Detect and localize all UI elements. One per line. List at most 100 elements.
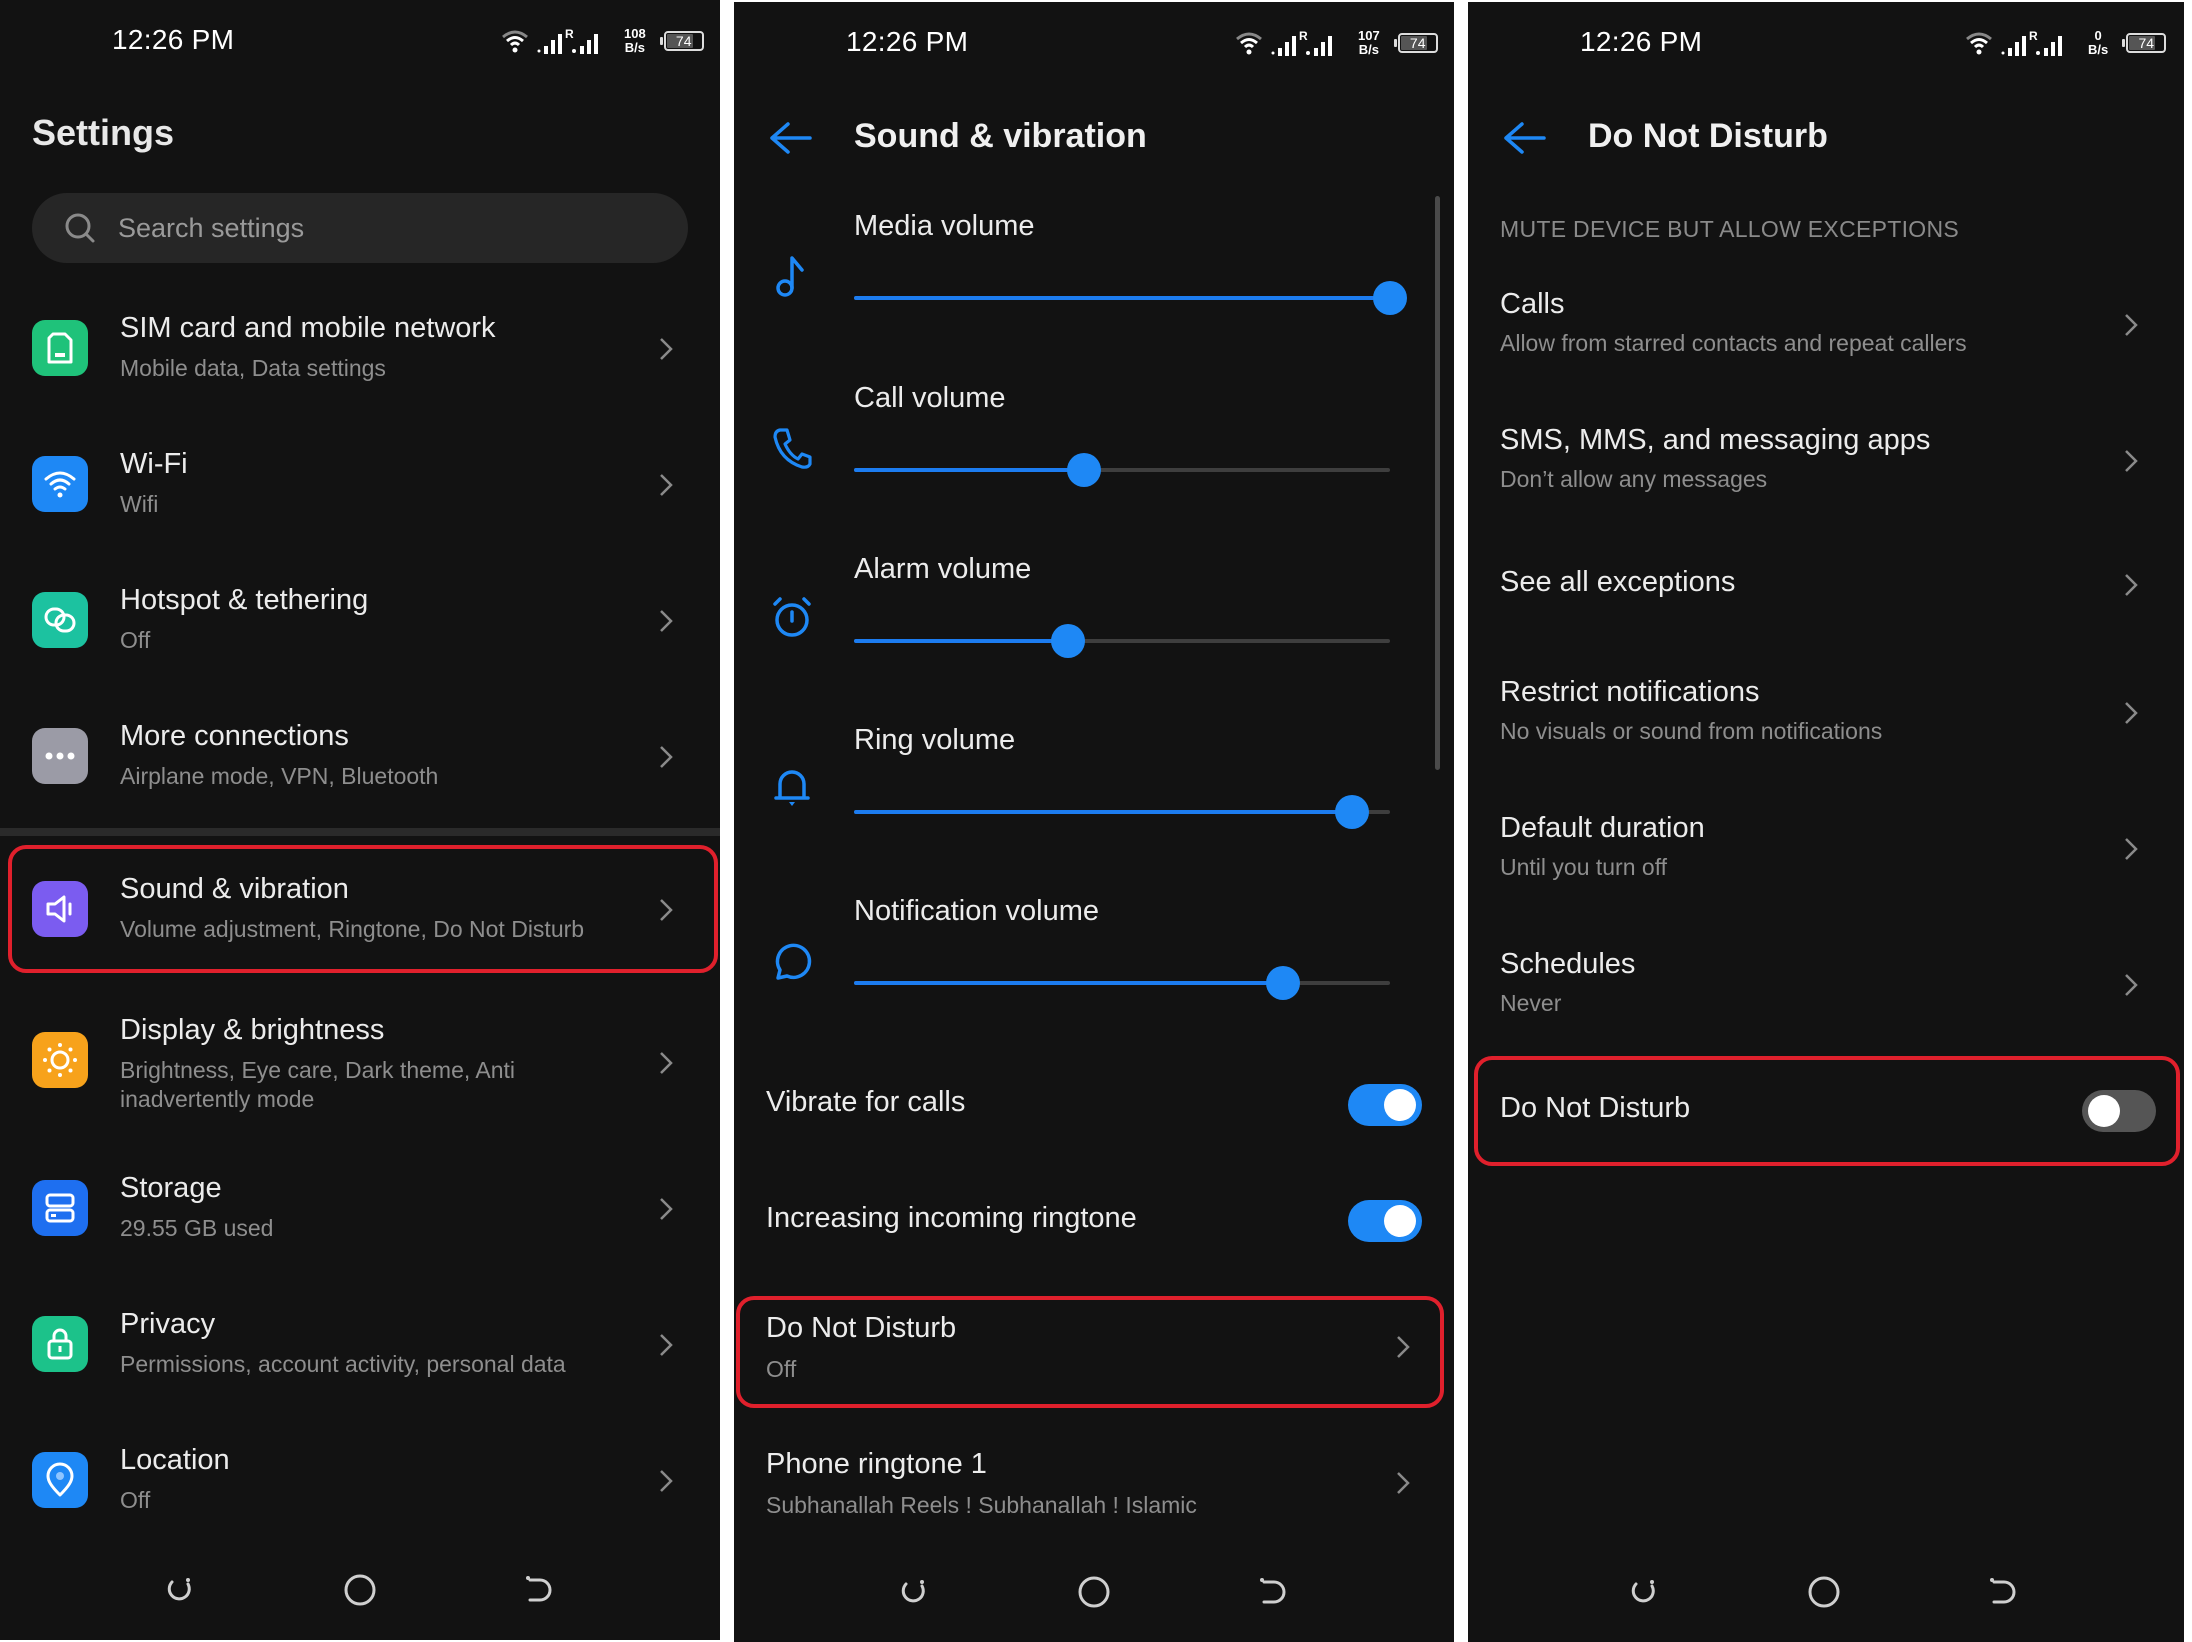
bell-icon (774, 770, 810, 806)
item-subtitle: Wifi (120, 491, 159, 517)
dnd-item-calls[interactable]: Calls Allow from starred contacts and re… (1468, 278, 2184, 374)
item-title: Display & brightness (120, 1014, 385, 1046)
speed-unit: B/s (1358, 42, 1379, 57)
home-button[interactable] (1070, 1568, 1118, 1616)
item-title: SIM card and mobile network (120, 312, 496, 344)
network-speed: 107 B/s (1358, 29, 1380, 57)
sound-vibration-screen: 12:26 PM R 107 B/s 74 Sound & vibration M… (734, 2, 1454, 1642)
slider-label: Media volume (854, 210, 1035, 242)
navigation-bar (734, 1568, 1454, 1620)
settings-item-sound-vibration[interactable]: Sound & vibration Volume adjustment, Rin… (0, 861, 720, 957)
media-volume-slider[interactable] (854, 281, 1407, 315)
location-pin-icon (32, 1452, 88, 1508)
chevron-right-icon (660, 1052, 673, 1074)
slider-thumb[interactable] (1373, 281, 1407, 315)
slider-thumb[interactable] (1051, 624, 1086, 658)
cell-signal-icon: R (2001, 29, 2062, 56)
item-title: Location (120, 1444, 230, 1476)
settings-item-privacy[interactable]: Privacy Permissions, account activity, p… (0, 1296, 720, 1392)
slider-label: Call volume (854, 382, 1006, 414)
item-subtitle: Volume adjustment, Ringtone, Do Not Dist… (120, 916, 585, 942)
ring-volume-slider[interactable] (854, 795, 1390, 829)
wifi-icon (32, 456, 88, 512)
wifi-signal-icon (1966, 32, 1992, 55)
phone-ringtone-item[interactable]: Phone ringtone 1 Subhanallah Reels ! Sub… (734, 1438, 1454, 1534)
increasing-ringtone-toggle[interactable] (1348, 1200, 1422, 1242)
dnd-item-restrict-notifications[interactable]: Restrict notifications No visuals or sou… (1468, 666, 2184, 762)
storage-icon (32, 1180, 88, 1236)
toggle-label: Do Not Disturb (1500, 1092, 1691, 1124)
dnd-item-messages[interactable]: SMS, MMS, and messaging apps Don’t allow… (1468, 414, 2184, 510)
home-button[interactable] (336, 1566, 384, 1614)
do-not-disturb-item[interactable]: Do Not Disturb Off (734, 1302, 1454, 1398)
home-button[interactable] (1800, 1568, 1848, 1616)
settings-item-display[interactable]: Display & brightness Brightness, Eye car… (0, 1004, 720, 1124)
slider-thumb[interactable] (1265, 966, 1300, 1000)
chat-bubble-icon (775, 943, 812, 980)
vibrate-for-calls-toggle[interactable] (1348, 1084, 1422, 1126)
settings-item-wifi[interactable]: Wi-Fi Wifi (0, 436, 720, 532)
item-title: Wi-Fi (120, 448, 188, 480)
chevron-right-icon (660, 899, 673, 921)
item-title: Privacy (120, 1308, 216, 1340)
speed-value: 0 (2094, 28, 2102, 43)
dnd-item-see-all-exceptions[interactable]: See all exceptions (1468, 542, 2184, 632)
chevron-right-icon (660, 610, 673, 632)
dnd-toggle-row[interactable]: Do Not Disturb (1468, 1064, 2184, 1156)
slider-thumb[interactable] (1335, 795, 1370, 829)
battery-icon: 74 (1393, 33, 1438, 53)
recents-button[interactable] (890, 1568, 938, 1616)
chevron-right-icon (660, 1198, 673, 1220)
more-dots-icon (32, 728, 88, 784)
back-button[interactable] (1980, 1568, 2028, 1616)
settings-item-more-connections[interactable]: More connections Airplane mode, VPN, Blu… (0, 708, 720, 804)
back-button[interactable] (1250, 1568, 1298, 1616)
item-subtitle: 29.55 GB used (120, 1215, 274, 1241)
scrollbar[interactable] (1435, 196, 1440, 770)
dnd-item-schedules[interactable]: Schedules Never (1468, 938, 2184, 1034)
back-button[interactable] (516, 1566, 564, 1614)
item-title: Calls (1500, 288, 1565, 320)
wifi-signal-icon (1236, 32, 1262, 55)
do-not-disturb-toggle[interactable] (2082, 1090, 2156, 1132)
chevron-right-icon (2125, 314, 2138, 336)
recents-button[interactable] (156, 1566, 204, 1614)
item-title: SMS, MMS, and messaging apps (1500, 424, 1931, 456)
status-time: 12:26 PM (846, 26, 969, 57)
item-subtitle: Airplane mode, VPN, Bluetooth (120, 763, 439, 789)
chevron-right-icon (660, 746, 673, 768)
settings-screen: 12:26 PM R 108 B/s 74 Settings Search set… (0, 0, 720, 1640)
item-subtitle: Until you turn off (1500, 854, 1668, 880)
settings-item-sim[interactable]: SIM card and mobile network Mobile data,… (0, 300, 720, 396)
page-title: Do Not Disturb (1588, 117, 1828, 155)
settings-item-location[interactable]: Location Off (0, 1432, 720, 1528)
item-subtitle: Off (120, 627, 151, 653)
settings-item-hotspot[interactable]: Hotspot & tethering Off (0, 572, 720, 668)
recents-button[interactable] (1620, 1568, 1668, 1616)
item-subtitle: Off (120, 1487, 151, 1513)
slider-label: Ring volume (854, 724, 1016, 756)
back-arrow-button[interactable] (766, 118, 814, 158)
alarm-volume-slider[interactable] (854, 624, 1390, 658)
battery-icon: 74 (659, 31, 704, 51)
chevron-right-icon (660, 1334, 673, 1356)
item-title: See all exceptions (1500, 566, 1736, 598)
lock-icon (32, 1316, 88, 1372)
notification-volume-slider[interactable] (854, 966, 1390, 1000)
battery-level: 74 (1409, 35, 1426, 51)
item-subtitle: Off (766, 1356, 797, 1382)
dnd-item-default-duration[interactable]: Default duration Until you turn off (1468, 802, 2184, 898)
chevron-right-icon (2125, 838, 2138, 860)
item-title: Schedules (1500, 948, 1636, 980)
search-input[interactable]: Search settings (32, 193, 688, 263)
item-title: Hotspot & tethering (120, 584, 369, 616)
alarm-clock-icon (773, 597, 811, 637)
search-placeholder: Search settings (118, 212, 305, 243)
slider-thumb[interactable] (1067, 453, 1102, 487)
settings-item-storage[interactable]: Storage 29.55 GB used (0, 1160, 720, 1256)
status-icons: R 108 B/s 74 (500, 24, 704, 58)
speed-value: 107 (1358, 28, 1380, 43)
call-volume-slider[interactable] (854, 453, 1390, 487)
back-arrow-button[interactable] (1500, 118, 1548, 158)
music-note-icon (776, 256, 804, 297)
